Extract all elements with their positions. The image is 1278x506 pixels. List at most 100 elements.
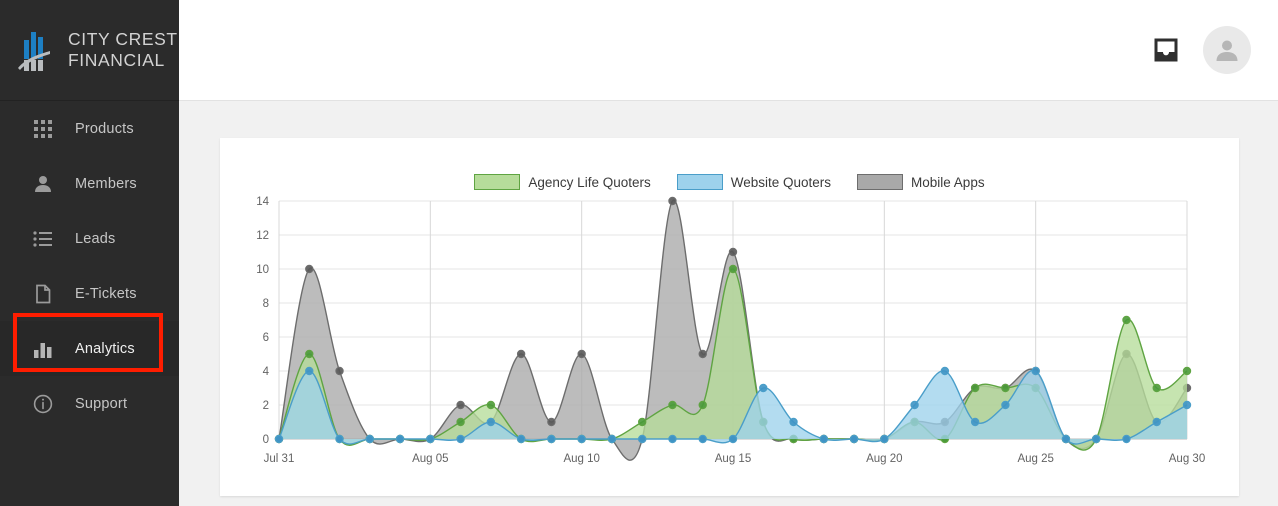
- data-point[interactable]: [607, 434, 617, 444]
- y-axis-tick-label: 12: [256, 230, 269, 242]
- y-axis-tick-label: 2: [263, 400, 269, 412]
- sidebar-item-etickets[interactable]: E-Tickets: [0, 266, 179, 321]
- data-point[interactable]: [486, 417, 496, 427]
- data-point[interactable]: [1001, 400, 1010, 410]
- data-point[interactable]: [305, 366, 314, 376]
- analytics-chart-card: Agency Life Quoters Website Quoters Mobi…: [220, 138, 1239, 496]
- x-axis-tick-label: Aug 20: [866, 453, 902, 465]
- data-point[interactable]: [426, 434, 435, 444]
- x-axis-tick-label: Aug 10: [563, 453, 599, 465]
- data-point[interactable]: [305, 349, 314, 359]
- data-point[interactable]: [668, 400, 677, 410]
- main-area: Agency Life Quoters Website Quoters Mobi…: [179, 0, 1278, 506]
- y-axis-tick-label: 8: [263, 298, 269, 310]
- data-point[interactable]: [849, 434, 859, 444]
- data-point[interactable]: [940, 366, 950, 376]
- y-axis-tick-label: 10: [256, 264, 269, 276]
- brand-line-2: FINANCIAL: [68, 50, 165, 70]
- x-axis-tick-label: Aug 30: [1169, 453, 1205, 465]
- data-point[interactable]: [698, 349, 707, 359]
- x-axis-tick-label: Jul 31: [264, 453, 295, 465]
- brand-logo-block[interactable]: CITY CREST FINANCIAL: [0, 0, 179, 101]
- data-point[interactable]: [759, 383, 768, 393]
- y-axis-tick-label: 14: [256, 196, 269, 208]
- data-point[interactable]: [395, 434, 405, 444]
- data-point[interactable]: [335, 434, 344, 444]
- sidebar-item-label: E-Tickets: [75, 285, 137, 302]
- data-point[interactable]: [577, 349, 586, 359]
- sidebar-item-label: Members: [75, 175, 137, 192]
- sidebar-item-label: Leads: [75, 230, 116, 247]
- data-point[interactable]: [638, 417, 647, 427]
- data-point[interactable]: [547, 434, 556, 444]
- sidebar-item-analytics[interactable]: Analytics: [0, 321, 179, 376]
- data-point[interactable]: [1152, 417, 1161, 427]
- grid-icon: [32, 118, 54, 140]
- bar-chart-icon: [32, 338, 54, 360]
- data-point[interactable]: [1031, 366, 1040, 376]
- data-point[interactable]: [1092, 434, 1101, 444]
- y-axis-tick-label: 6: [263, 332, 269, 344]
- data-point[interactable]: [1001, 383, 1010, 393]
- data-point[interactable]: [335, 366, 344, 376]
- data-point[interactable]: [1122, 315, 1131, 325]
- data-point[interactable]: [668, 434, 677, 444]
- data-point[interactable]: [456, 417, 465, 427]
- app-root: CITY CREST FINANCIAL Products Members Le…: [0, 0, 1278, 506]
- sidebar-item-support[interactable]: Support: [0, 376, 179, 431]
- brand-name: CITY CREST FINANCIAL: [68, 29, 178, 71]
- x-axis-tick-label: Aug 05: [412, 453, 448, 465]
- data-point[interactable]: [970, 383, 980, 393]
- y-axis-tick-label: 0: [263, 434, 269, 446]
- data-point[interactable]: [728, 247, 738, 257]
- x-axis-tick-label: Aug 15: [715, 453, 751, 465]
- chart-canvas[interactable]: 0 2 4 6 8 10 12 14 Jul 31 Aug 05 Aug 10 Aug 15 Aug 2…: [220, 138, 1239, 496]
- data-point[interactable]: [1182, 400, 1192, 410]
- data-point[interactable]: [547, 417, 556, 427]
- data-point[interactable]: [970, 417, 980, 427]
- sidebar-item-label: Support: [75, 395, 128, 412]
- data-point[interactable]: [516, 349, 526, 359]
- data-point[interactable]: [728, 264, 738, 274]
- topbar: [179, 0, 1278, 101]
- data-point[interactable]: [1152, 383, 1161, 393]
- data-point[interactable]: [880, 434, 889, 444]
- info-icon: [32, 393, 54, 415]
- data-point[interactable]: [668, 196, 677, 206]
- data-point[interactable]: [305, 264, 314, 274]
- data-point[interactable]: [577, 434, 586, 444]
- content-area: Agency Life Quoters Website Quoters Mobi…: [179, 101, 1278, 506]
- data-point[interactable]: [728, 434, 738, 444]
- data-point[interactable]: [638, 434, 647, 444]
- data-point[interactable]: [516, 434, 526, 444]
- sidebar: CITY CREST FINANCIAL Products Members Le…: [0, 0, 179, 506]
- list-icon: [32, 228, 54, 250]
- data-point[interactable]: [486, 400, 496, 410]
- sidebar-item-label: Analytics: [75, 340, 135, 357]
- data-point[interactable]: [789, 417, 798, 427]
- x-axis-tick-label: Aug 25: [1017, 453, 1053, 465]
- sidebar-item-leads[interactable]: Leads: [0, 211, 179, 266]
- data-point[interactable]: [819, 434, 829, 444]
- document-icon: [32, 283, 54, 305]
- brand-line-1: CITY CREST: [68, 29, 178, 49]
- data-point[interactable]: [910, 400, 919, 410]
- sidebar-item-products[interactable]: Products: [0, 101, 179, 156]
- data-point[interactable]: [1122, 434, 1131, 444]
- data-point[interactable]: [1061, 434, 1071, 444]
- person-icon: [32, 173, 54, 195]
- data-point[interactable]: [698, 400, 707, 410]
- data-point[interactable]: [365, 434, 374, 444]
- data-point[interactable]: [698, 434, 707, 444]
- area-chart[interactable]: 0 2 4 6 8 10 12 14 Jul 31 Aug 05 Aug 10 Aug 15 Aug 2…: [220, 138, 1239, 496]
- user-avatar-icon[interactable]: [1203, 26, 1251, 74]
- sidebar-item-label: Products: [75, 120, 134, 137]
- data-point[interactable]: [456, 400, 465, 410]
- inbox-tray-icon[interactable]: [1153, 37, 1179, 63]
- data-point[interactable]: [274, 434, 284, 444]
- y-axis-tick-label: 4: [263, 366, 270, 378]
- bar-chart-logo-icon: [14, 24, 58, 76]
- data-point[interactable]: [1182, 366, 1192, 376]
- data-point[interactable]: [456, 434, 465, 444]
- sidebar-item-members[interactable]: Members: [0, 156, 179, 211]
